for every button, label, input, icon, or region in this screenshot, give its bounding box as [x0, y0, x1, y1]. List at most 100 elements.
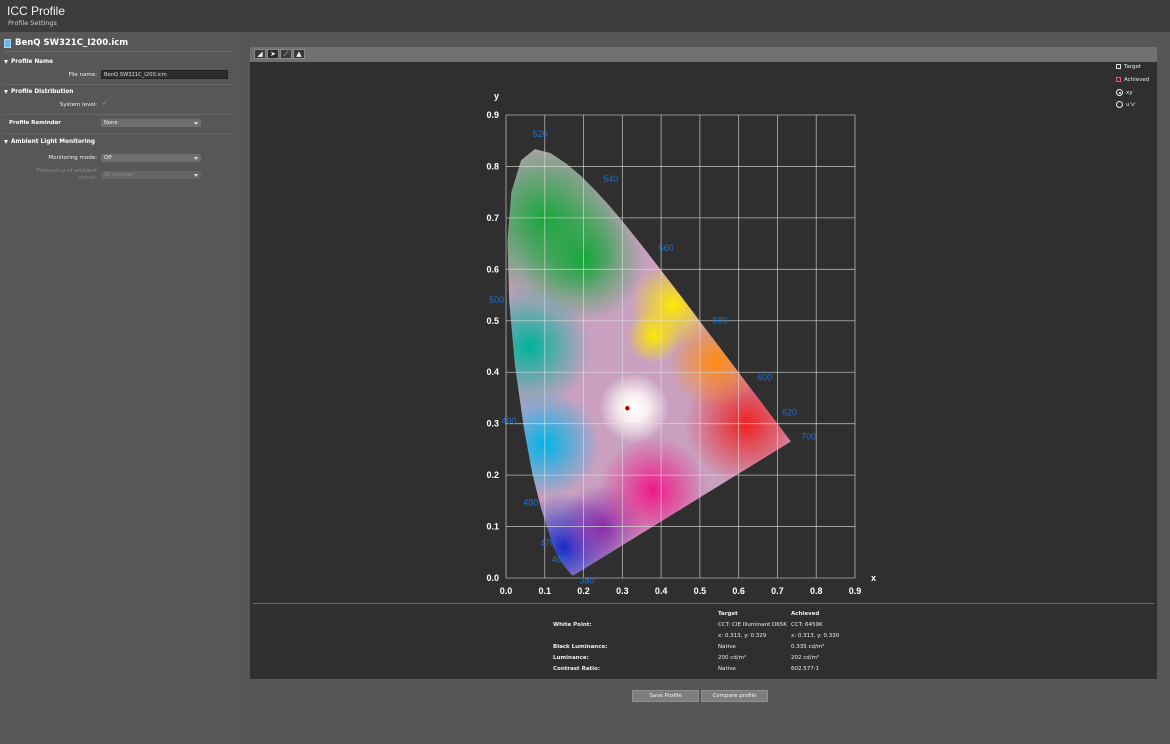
view-toolbar: ◢ ➤ ⟋ ▲ [250, 47, 1157, 62]
row-target: 200 cd/m² [718, 655, 747, 661]
y-tick-label: 0.3 [486, 419, 499, 429]
monitoring-mode-label: Monitoring mode: [48, 155, 97, 161]
action-bar: Save Profile Compare profile [250, 679, 1157, 712]
y-tick-label: 0.6 [486, 264, 499, 274]
section-profile-distribution[interactable]: Profile Distribution [4, 89, 73, 95]
section-label: Profile Name [11, 59, 54, 65]
image-icon[interactable]: ▲ [293, 49, 305, 59]
profile-reminder-select[interactable]: None [101, 119, 201, 127]
y-tick-label: 0.7 [486, 213, 499, 223]
frequency-label-line1: Frequency of ambient [37, 168, 97, 174]
white-point-marker [624, 405, 631, 412]
x-tick-label: 0.4 [655, 586, 668, 596]
compare-profile-button[interactable]: Compare profile [701, 690, 768, 702]
divider [253, 603, 1154, 604]
select-value: None [104, 120, 118, 126]
collapse-arrow-icon [4, 139, 8, 144]
row-achieved: x: 0.313, y: 0.330 [791, 633, 840, 639]
divider [4, 133, 232, 134]
y-tick-label: 0.5 [486, 316, 499, 326]
profile-file-title: BenQ SW321C_I200.icm [15, 38, 129, 48]
wavelength-label: 470 [540, 538, 555, 548]
divider [4, 84, 232, 85]
chevron-down-icon [194, 174, 198, 177]
row-label: White Point: [553, 622, 592, 628]
title-bar: ICC Profile Profile Settings [0, 0, 1170, 32]
row-target: x: 0.313, y: 0.329 [718, 633, 767, 639]
wavelength-label: 500 [489, 295, 504, 305]
x-tick-label: 0.7 [771, 586, 784, 596]
x-tick-label: 0.5 [694, 586, 707, 596]
y-tick-label: 0.4 [486, 367, 499, 377]
row-achieved: 602.577:1 [791, 666, 820, 672]
section-label: Ambient Light Monitoring [11, 139, 95, 145]
frequency-label: Frequency of ambient check: [30, 168, 97, 181]
chevron-down-icon [194, 157, 198, 160]
select-value: 30 minutes [104, 172, 134, 178]
y-tick-label: 0.0 [486, 573, 499, 583]
section-label: Profile Distribution [11, 89, 74, 95]
wavelength-label: 520 [533, 129, 548, 139]
system-level-label: System level: [59, 102, 97, 108]
row-label: Luminance: [553, 655, 589, 661]
row-label: Contrast Ratio: [553, 666, 601, 672]
app-title: ICC Profile [7, 4, 66, 18]
row-achieved: CCT: 6459K [791, 622, 823, 628]
chevron-down-icon [194, 122, 198, 125]
wavelength-label: 600 [757, 373, 772, 383]
wavelength-label: 700 [801, 432, 816, 442]
gamut-icon[interactable]: ◢ [254, 49, 266, 59]
row-achieved: 202 cd/m² [791, 655, 820, 661]
wavelength-label: 490 [501, 416, 516, 426]
row-target: Native [718, 666, 736, 672]
frequency-label-line2: check: [79, 174, 97, 181]
row-target: Native [718, 644, 736, 650]
profile-reminder-label: Profile Reminder [9, 120, 62, 126]
file-name-input[interactable]: BenQ SW321C_I200.icm [101, 70, 228, 79]
y-axis-label: y [494, 91, 499, 101]
x-tick-label: 0.0 [500, 586, 513, 596]
y-tick-label: 0.2 [486, 470, 499, 480]
profile-file-header: BenQ SW321C_I200.icm [4, 38, 232, 52]
row-label: Black Luminance: [553, 644, 608, 650]
col-achieved-header: Achieved [791, 611, 820, 617]
section-profile-name[interactable]: Profile Name [4, 59, 53, 65]
x-tick-label: 0.6 [732, 586, 745, 596]
x-tick-label: 0.8 [810, 586, 823, 596]
x-tick-label: 0.9 [849, 586, 862, 596]
cursor-icon[interactable]: ➤ [267, 49, 279, 59]
wavelength-label: 380 [579, 575, 594, 585]
wavelength-label: 580 [713, 315, 728, 325]
profile-chart-panel: ◢ ➤ ⟋ ▲ Target Achieved xy u'v' 0.0 0.1 0.… [250, 47, 1157, 712]
collapse-arrow-icon [4, 89, 8, 94]
row-achieved: 0.335 cd/m² [791, 644, 825, 650]
wavelength-label: 480 [523, 498, 538, 508]
monitoring-mode-select[interactable]: Off [101, 154, 201, 162]
y-tick-label: 0.8 [486, 161, 499, 171]
white-point-dot [624, 405, 631, 412]
x-tick-label: 0.1 [539, 586, 552, 596]
wavelength-label: 540 [603, 174, 618, 184]
x-axis-label: x [871, 573, 876, 583]
row-target: CCT: CIE Illuminant D65K [718, 622, 787, 628]
cie-chromaticity-chart: 0.0 0.1 0.2 0.3 0.4 0.5 0.6 0.7 0.8 0.9 0.0 0.1 0.2 0… [486, 91, 876, 596]
y-tick-label: 0.9 [486, 110, 499, 120]
app-subtitle: Profile Settings [8, 19, 57, 27]
curve-icon[interactable]: ⟋ [280, 49, 292, 59]
settings-sidebar: BenQ SW321C_I200.icm Profile Name File n… [0, 32, 238, 744]
wavelength-label: 560 [659, 243, 674, 253]
section-ambient-light[interactable]: Ambient Light Monitoring [4, 139, 95, 145]
x-tick-label: 0.3 [616, 586, 629, 596]
col-target-header: Target [718, 611, 738, 617]
x-tick-label: 0.2 [577, 586, 590, 596]
select-value: Off [104, 155, 112, 161]
save-profile-button[interactable]: Save Profile [632, 690, 699, 702]
system-level-checkbox[interactable]: ✓ [102, 99, 108, 107]
frequency-select: 30 minutes [101, 171, 201, 179]
y-tick-label: 0.1 [486, 522, 499, 532]
wavelength-label: 620 [782, 408, 797, 418]
collapse-arrow-icon [4, 59, 8, 64]
file-name-label: File name: [68, 72, 97, 78]
divider [4, 114, 232, 115]
wavelength-label: 460 [552, 555, 567, 565]
